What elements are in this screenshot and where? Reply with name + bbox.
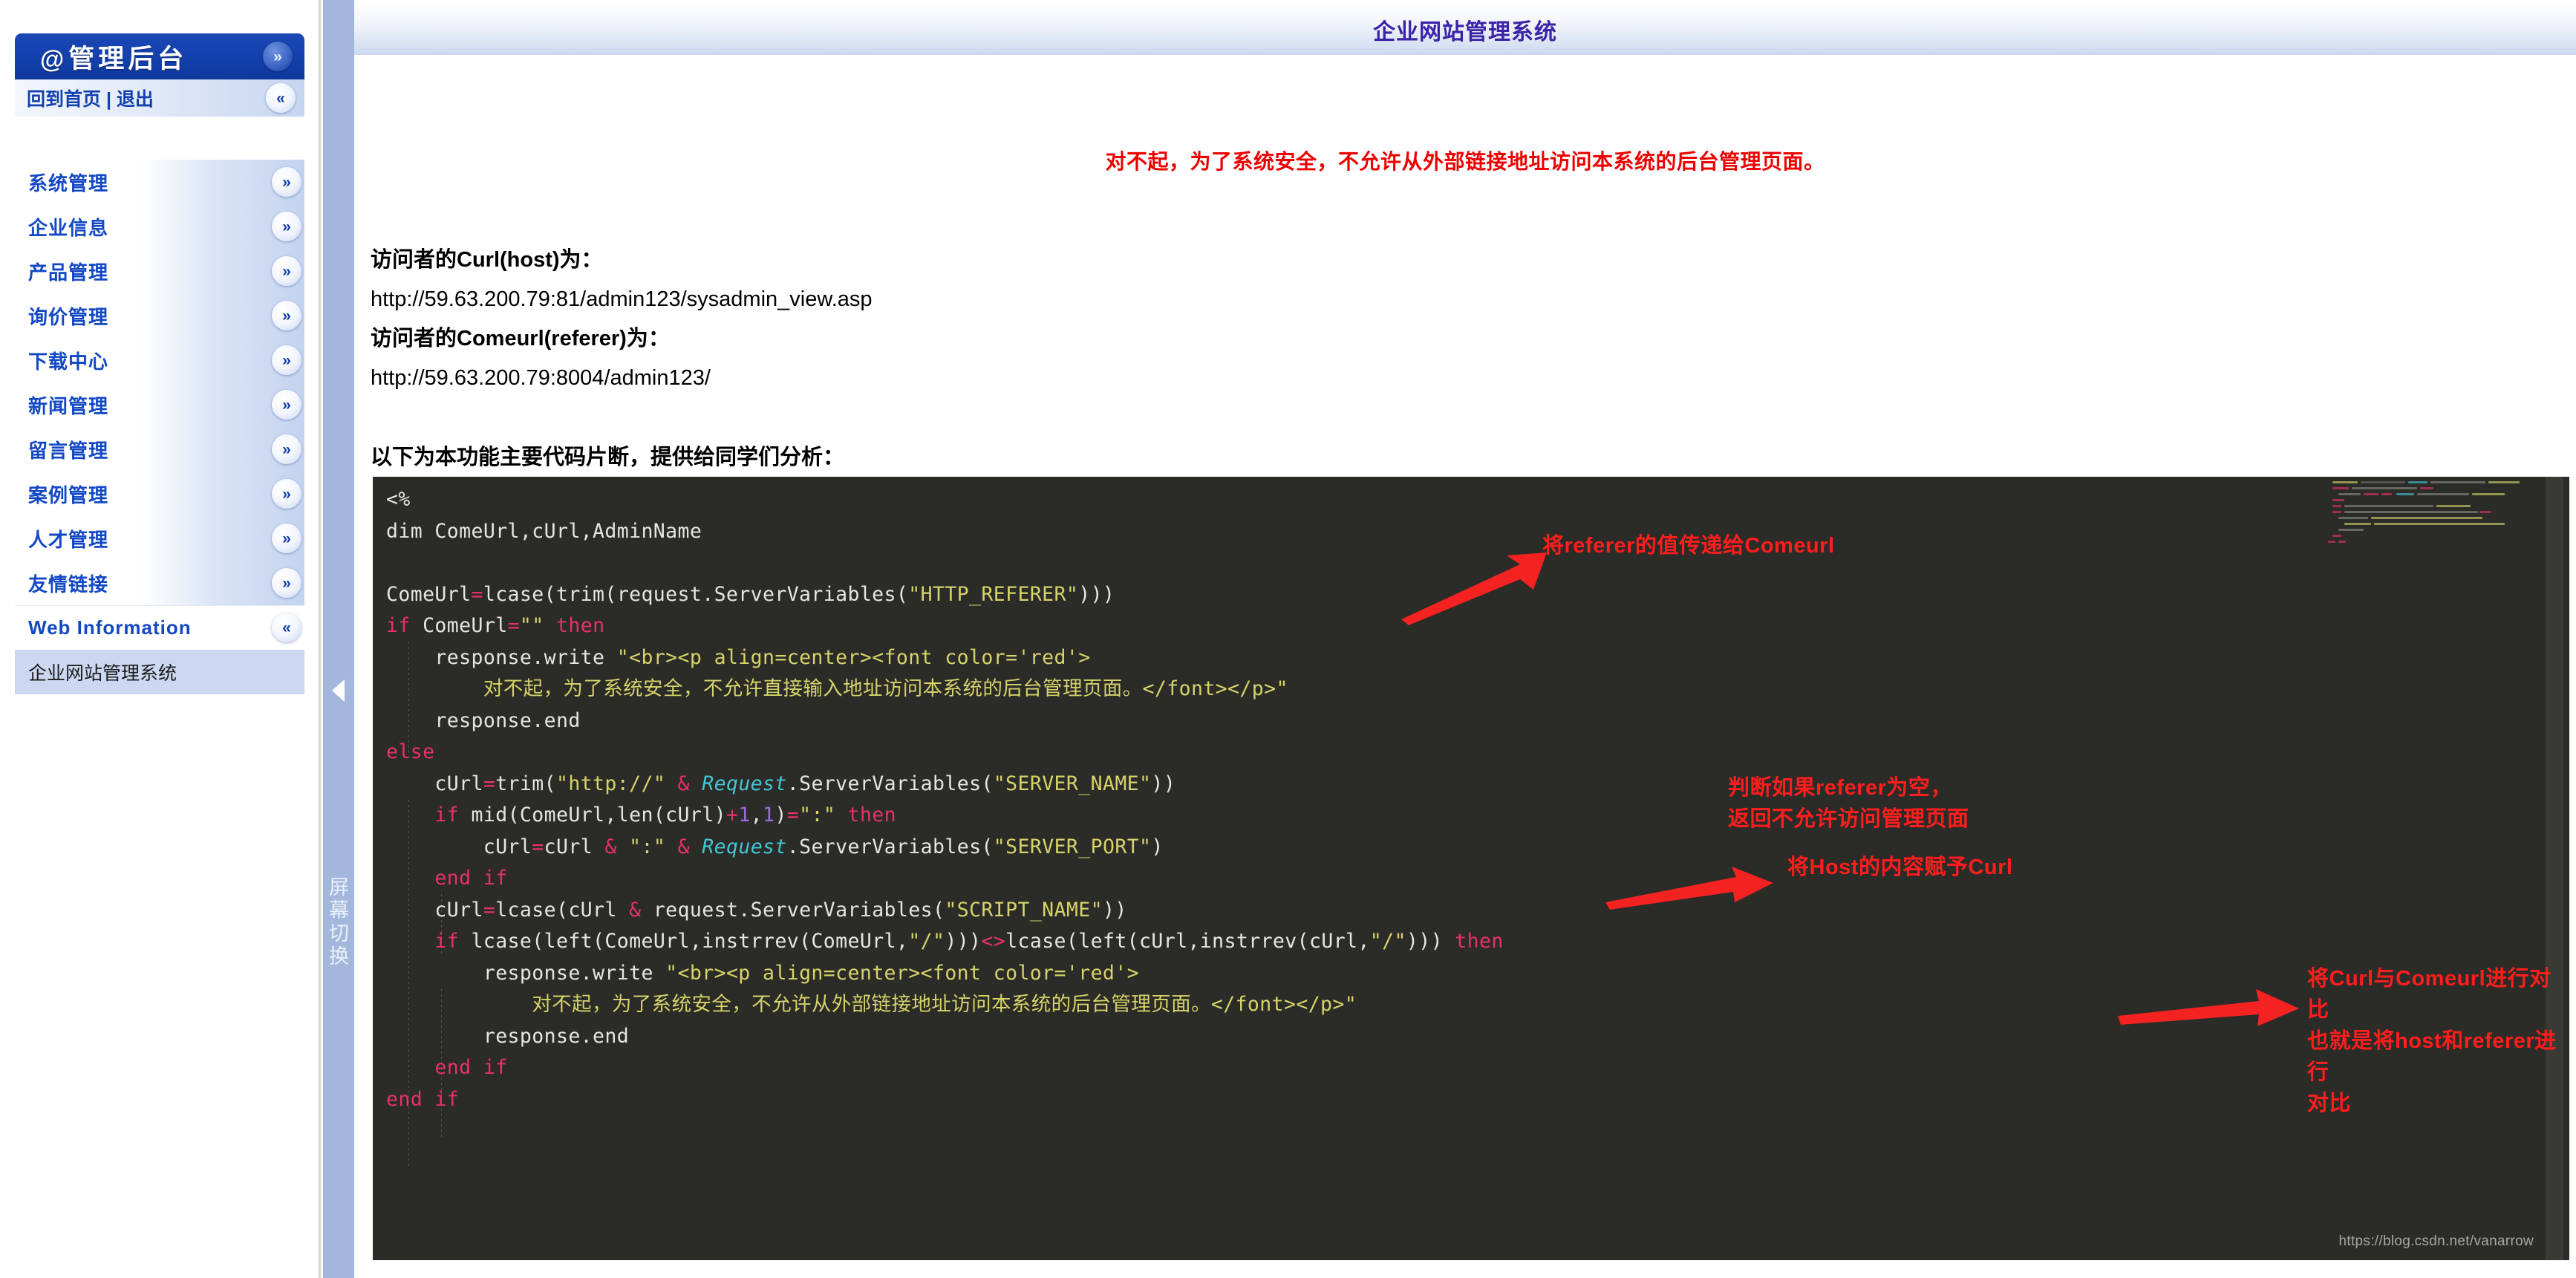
sidebar-item-system-management[interactable]: 系统管理 » [15,160,304,204]
chevron-double-down-icon[interactable]: » [272,568,301,598]
sidebar-item-company-info[interactable]: 企业信息 » [15,204,304,249]
comeurl-label: 访问者的Comeurl(referer)为： [371,327,670,351]
chevron-double-down-icon[interactable]: » [272,167,301,197]
sidebar-logo-title: @ 管理后台 [40,44,188,74]
chevron-double-down-icon[interactable]: » [272,301,301,330]
sidebar-item-product-management[interactable]: 产品管理 » [15,249,304,293]
sidebar-item-case-management[interactable]: 案例管理 » [15,472,304,516]
sidebar-item-label[interactable]: 企业信息 [28,213,108,241]
annotation-text-3: 将Host的内容赋予Curl [1787,855,2013,879]
sidebar-collapse-bar[interactable]: 屏幕切换 [323,0,354,1278]
alert-message: 对不起，为了系统安全，不允许从外部链接地址访问本系统的后台管理页面。 [1105,150,1825,173]
sidebar-logo-bar: @ 管理后台 » [15,33,304,79]
code-minimap[interactable] [2326,480,2538,561]
curl-value: http://59.63.200.79:81/admin123/sysadmin… [371,287,873,311]
chevron-double-down-icon[interactable]: » [272,524,301,553]
sidebar-item-news-management[interactable]: 新闻管理 » [15,382,304,427]
annotation-text-2: 判断如果referer为空， 返回不允许访问管理页面 [1728,776,1969,831]
code-section-heading: 以下为本功能主要代码片断，提供给同学们分析： [371,446,845,469]
sidebar-item-download-center[interactable]: 下载中心 » [15,338,304,382]
visitor-info-block: 访问者的Curl(host)为： http://59.63.200.79:81/… [354,241,2576,398]
chevron-double-down-icon[interactable]: » [272,256,301,286]
sidebar-item-label[interactable]: 新闻管理 [28,391,108,419]
sidebar-item-label[interactable]: 人才管理 [28,525,108,552]
chevron-double-left-icon[interactable]: « [266,83,296,113]
chevron-double-down-icon[interactable]: » [272,390,301,420]
sidebar-item-label[interactable]: 留言管理 [28,436,108,463]
sidebar-item-label[interactable]: 下载中心 [28,347,108,374]
annotation-arrow-1 [1401,552,1547,625]
sidebar-item-label[interactable]: Web Information [28,616,192,639]
sidebar-menu: 系统管理 » 企业信息 » 产品管理 » 询价管理 » 下载中心 » 新闻管理 … [15,160,304,694]
annotation-arrow-3 [1605,867,1773,910]
page-title: 企业网站管理系统 [1373,20,1557,45]
sidebar-top-links-label[interactable]: 回到首页 | 退出 [27,85,154,111]
collapse-bar-label: 屏幕切换 [326,876,348,968]
sidebar-item-label[interactable]: 询价管理 [28,302,108,330]
chevron-double-down-icon[interactable]: » [263,42,293,71]
curl-label: 访问者的Curl(host)为： [371,248,603,272]
chevron-double-down-icon[interactable]: » [272,434,301,464]
watermark: https://blog.csdn.net/vanarrow [2338,1233,2534,1249]
sidebar-item-label[interactable]: 友情链接 [28,570,108,597]
main-content: 企业网站管理系统 对不起，为了系统安全，不允许从外部链接地址访问本系统的后台管理… [354,4,2576,1278]
code-scrollbar[interactable] [2546,477,2563,1260]
sidebar-item-web-information[interactable]: Web Information « [15,605,304,650]
sidebar: @ 管理后台 » 回到首页 | 退出 « 系统管理 » 企业信息 » 产品管理 » [0,0,321,1278]
annotation-text-1: 将referer的值传递给Comeurl [1542,534,1835,558]
sidebar-subitem-enterprise-site-cms[interactable]: 企业网站管理系统 [15,650,304,694]
comeurl-value: http://59.63.200.79:8004/admin123/ [371,366,711,390]
annotation-arrow-4 [2118,989,2299,1026]
sidebar-item-label[interactable]: 案例管理 [28,480,108,508]
sidebar-item-label[interactable]: 系统管理 [28,169,108,196]
annotation-text-4: 将Curl与Comeurl进行对比 也就是将host和referer进行 对比 [2307,967,2557,1115]
sidebar-subitem-label[interactable]: 企业网站管理系统 [28,659,177,685]
sidebar-item-message-management[interactable]: 留言管理 » [15,427,304,472]
at-icon: @ [40,45,65,73]
page-header: 企业网站管理系统 [354,4,2576,55]
sidebar-item-label[interactable]: 产品管理 [28,258,108,285]
chevron-double-left-icon[interactable]: « [272,613,301,642]
chevron-double-down-icon[interactable]: » [272,479,301,509]
sidebar-item-inquiry-management[interactable]: 询价管理 » [15,293,304,338]
code-snippet-block: <% dim ComeUrl,cUrl,AdminName ComeUrl=lc… [373,477,2569,1260]
chevron-double-down-icon[interactable]: » [272,345,301,375]
code-text: <% dim ComeUrl,cUrl,AdminName ComeUrl=lc… [386,488,1504,1111]
triangle-left-icon[interactable] [332,679,345,702]
sidebar-item-talent-management[interactable]: 人才管理 » [15,516,304,561]
admin-page: @ 管理后台 » 回到首页 | 退出 « 系统管理 » 企业信息 » 产品管理 » [0,0,2576,1278]
alert-banner: 对不起，为了系统安全，不允许从外部链接地址访问本系统的后台管理页面。 [354,146,2576,175]
sidebar-item-friendly-links[interactable]: 友情链接 » [15,561,304,605]
chevron-double-down-icon[interactable]: » [272,212,301,241]
code-gutter [373,477,379,1260]
sidebar-top-links[interactable]: 回到首页 | 退出 « [15,79,304,117]
